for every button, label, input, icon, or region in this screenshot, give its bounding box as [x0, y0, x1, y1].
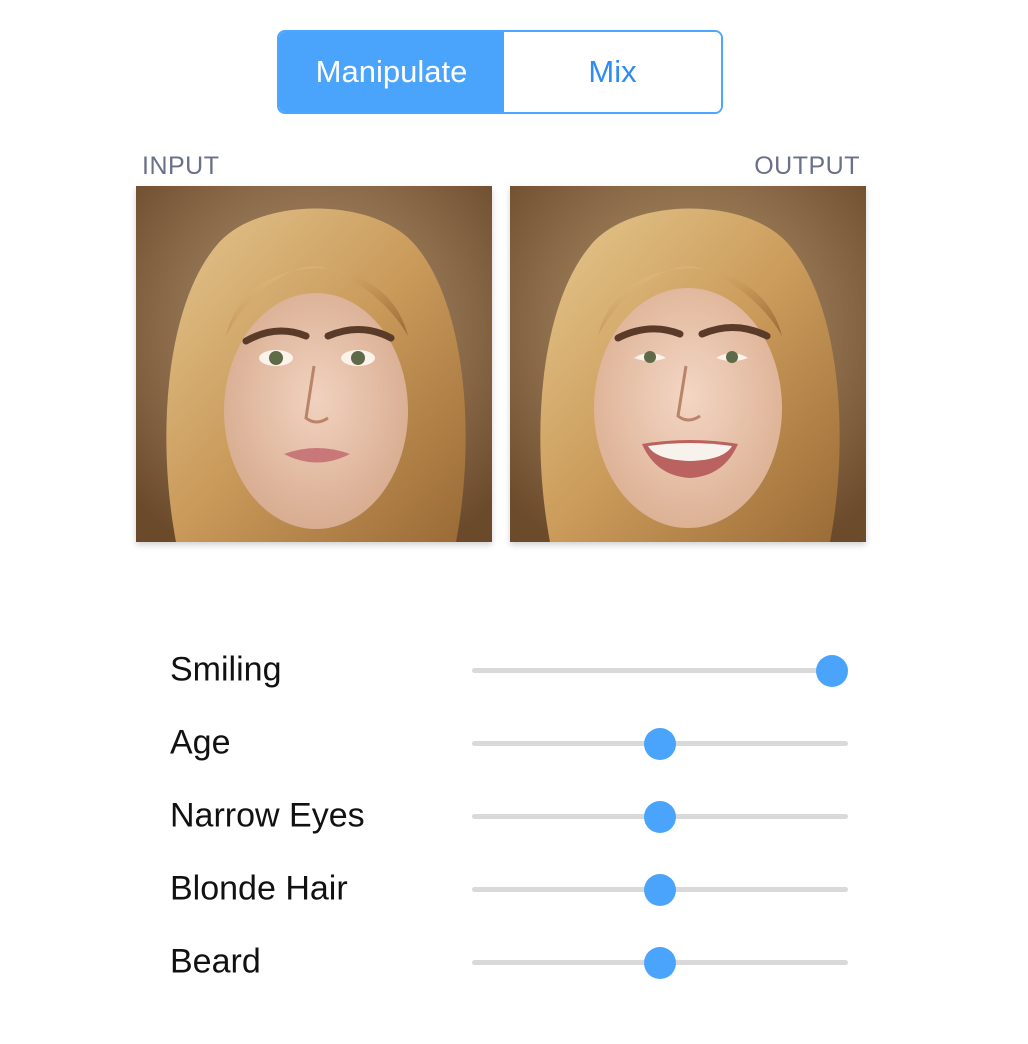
slider-thumb[interactable] — [644, 873, 676, 906]
slider-row-age: Age — [0, 718, 1028, 768]
input-portrait — [136, 186, 492, 542]
face-editor: Manipulate Mix INPUT OUTPUT Smiling Age … — [0, 0, 1028, 1044]
beard-slider[interactable] — [472, 946, 848, 979]
blonde-hair-slider[interactable] — [472, 873, 848, 906]
slider-thumb[interactable] — [644, 946, 676, 979]
input-image — [136, 186, 492, 542]
output-image — [510, 186, 866, 542]
slider-label: Beard — [170, 942, 261, 981]
manipulate-tab[interactable]: Manipulate — [279, 32, 504, 112]
output-label: OUTPUT — [754, 152, 860, 180]
slider-label: Blonde Hair — [170, 869, 348, 908]
slider-label: Narrow Eyes — [170, 796, 365, 835]
mode-toggle: Manipulate Mix — [277, 30, 723, 114]
slider-row-smiling: Smiling — [0, 645, 1028, 695]
input-label: INPUT — [142, 152, 220, 180]
slider-label: Smiling — [170, 650, 282, 689]
slider-row-beard: Beard — [0, 937, 1028, 987]
narrow-eyes-slider[interactable] — [472, 800, 848, 833]
output-portrait — [510, 186, 866, 542]
age-slider[interactable] — [472, 727, 848, 760]
smiling-slider[interactable] — [472, 654, 848, 687]
mix-tab[interactable]: Mix — [504, 32, 721, 112]
slider-row-blonde-hair: Blonde Hair — [0, 864, 1028, 914]
slider-thumb[interactable] — [644, 727, 676, 760]
slider-label: Age — [170, 723, 231, 762]
slider-row-narrow-eyes: Narrow Eyes — [0, 791, 1028, 841]
slider-thumb[interactable] — [816, 654, 848, 687]
slider-thumb[interactable] — [644, 800, 676, 833]
